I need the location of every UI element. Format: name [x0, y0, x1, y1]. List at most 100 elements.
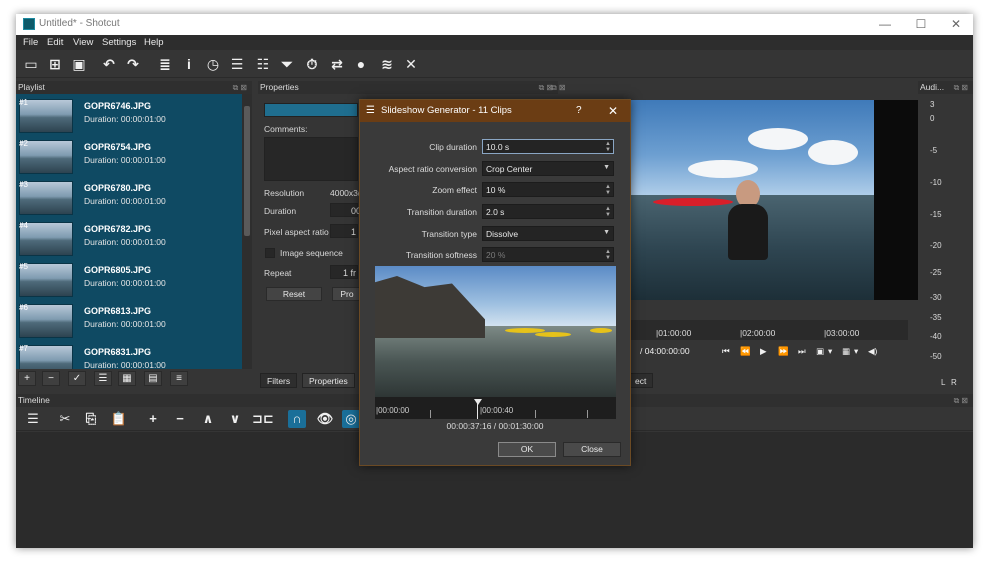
- encode-icon[interactable]: ●: [352, 55, 370, 73]
- list-item[interactable]: #5 GOPR6805.JPG Duration: 00:00:01:00: [16, 260, 242, 300]
- scrollbar-thumb[interactable]: [244, 106, 250, 236]
- list-item[interactable]: #4 GOPR6782.JPG Duration: 00:00:01:00: [16, 219, 242, 259]
- details-view-button[interactable]: ☰: [94, 371, 112, 386]
- repeat-label: Repeat: [264, 268, 292, 278]
- open-other-icon[interactable]: ⊞: [46, 55, 64, 73]
- repeat-field[interactable]: 1 fr: [330, 265, 358, 279]
- menu-edit[interactable]: Edit: [47, 37, 63, 48]
- filters-icon[interactable]: ⏷: [278, 55, 296, 73]
- ripple-icon[interactable]: ◎: [342, 410, 360, 428]
- dock-float-close-icon[interactable]: ⧉⊠: [954, 81, 970, 94]
- overwrite-icon[interactable]: ∨: [226, 410, 244, 428]
- undo-icon[interactable]: ↶: [100, 55, 118, 73]
- meter-right-label: R: [951, 378, 957, 387]
- volume-icon[interactable]: ◀): [868, 346, 877, 357]
- tiles-view-button[interactable]: ▦: [118, 371, 136, 386]
- add-clip-button[interactable]: +: [18, 371, 36, 386]
- ok-button[interactable]: OK: [498, 442, 556, 457]
- clip-name: GOPR6746.JPG: [84, 101, 152, 111]
- chevron-down-icon[interactable]: ▾: [828, 346, 832, 357]
- chevron-down-icon[interactable]: ▾: [854, 346, 858, 357]
- lift-icon[interactable]: ∧: [199, 410, 217, 428]
- minimize-button[interactable]: —: [870, 16, 900, 32]
- transition-type-select[interactable]: Dissolve ▼: [482, 226, 614, 241]
- list-item[interactable]: #3 GOPR6780.JPG Duration: 00:00:01:00: [16, 178, 242, 218]
- menu-settings[interactable]: Settings: [102, 37, 136, 48]
- scrub-icon[interactable]: 👁: [316, 410, 334, 428]
- playlist-list[interactable]: #1 GOPR6746.JPG Duration: 00:00:01:00 #2…: [16, 94, 252, 369]
- playlist-scrollbar[interactable]: [242, 94, 252, 369]
- dock-float-close-icon[interactable]: ⧉⊠: [233, 81, 249, 94]
- paste-icon[interactable]: 📋: [110, 410, 128, 428]
- list-item[interactable]: #1 GOPR6746.JPG Duration: 00:00:01:00: [16, 96, 242, 136]
- cloud-shape: [808, 140, 858, 165]
- image-sequence-checkbox[interactable]: [265, 248, 275, 258]
- clip-name-field[interactable]: [264, 103, 358, 117]
- help-button[interactable]: ?: [576, 100, 582, 122]
- zoom-icon[interactable]: ▣: [816, 346, 824, 357]
- update-clip-button[interactable]: ✓: [68, 371, 86, 386]
- open-file-icon[interactable]: ▭: [22, 55, 40, 73]
- append-icon[interactable]: +: [144, 410, 162, 428]
- fast-forward-icon[interactable]: ⏩: [778, 346, 789, 357]
- menu-help[interactable]: Help: [144, 37, 164, 48]
- comments-field[interactable]: [264, 137, 358, 181]
- remove-clip-button[interactable]: −: [42, 371, 60, 386]
- history-icon[interactable]: ⇄: [328, 55, 346, 73]
- ripple-delete-icon[interactable]: −: [171, 410, 189, 428]
- timeline-menu-icon[interactable]: ☰: [24, 410, 42, 428]
- clip-duration-spinbox[interactable]: 10.0 s ▲ ▼: [482, 139, 614, 154]
- keyframes-icon[interactable]: ⏱: [303, 55, 321, 73]
- preview-ruler[interactable]: |00:00:00 |00:00:40: [375, 397, 616, 419]
- meter-scale-label: -50: [930, 352, 942, 361]
- skip-previous-icon[interactable]: ⏮: [722, 346, 730, 357]
- copy-icon[interactable]: ⎘: [82, 410, 100, 428]
- playlist-menu-button[interactable]: ≡: [170, 371, 188, 386]
- list-item[interactable]: #2 GOPR6754.JPG Duration: 00:00:01:00: [16, 137, 242, 177]
- jobs-icon[interactable]: ≋: [378, 55, 396, 73]
- icons-view-button[interactable]: ▤: [144, 371, 162, 386]
- cut-icon[interactable]: ✂: [56, 410, 74, 428]
- tab-properties[interactable]: Properties: [302, 373, 355, 388]
- transition-duration-row: Transition duration 2.0 s ▲ ▼: [360, 204, 630, 220]
- proxy-button[interactable]: Pro: [332, 287, 362, 301]
- play-icon[interactable]: ▶: [760, 346, 767, 357]
- tab-project[interactable]: ect: [628, 373, 654, 388]
- recent-icon[interactable]: ◷: [204, 55, 222, 73]
- properties-icon[interactable]: i: [180, 55, 198, 73]
- skip-next-icon[interactable]: ⏭: [798, 346, 806, 357]
- timeline-icon[interactable]: ☷: [254, 55, 272, 73]
- list-item[interactable]: #7 GOPR6831.JPG Duration: 00:00:01:00: [16, 342, 242, 369]
- close-button[interactable]: Close: [563, 442, 621, 457]
- aspect-ratio-select[interactable]: Crop Center ▼: [482, 161, 614, 176]
- duration-field[interactable]: 00: [330, 203, 361, 217]
- tab-filters[interactable]: Filters: [260, 373, 298, 388]
- pixel-aspect-ratio-field[interactable]: 1: [330, 224, 358, 238]
- redo-icon[interactable]: ↷: [124, 55, 142, 73]
- close-window-button[interactable]: ✕: [941, 16, 971, 32]
- playlist-icon[interactable]: ☰: [228, 55, 246, 73]
- menu-view[interactable]: View: [73, 37, 93, 48]
- zoom-effect-spinbox[interactable]: 10 % ▲ ▼: [482, 182, 614, 197]
- snap-icon[interactable]: ∩: [288, 410, 306, 428]
- video-viewer[interactable]: [628, 100, 918, 300]
- transition-softness-spinbox[interactable]: 20 % ▲ ▼: [482, 247, 614, 262]
- transition-duration-spinbox[interactable]: 2.0 s ▲ ▼: [482, 204, 614, 219]
- dock-float-close-icon[interactable]: ⧉⊠: [551, 81, 567, 94]
- split-icon[interactable]: ⊐⊏: [252, 410, 274, 428]
- clip-name: GOPR6754.JPG: [84, 142, 152, 152]
- save-icon[interactable]: ▣: [70, 55, 88, 73]
- maximize-button[interactable]: ☐: [906, 16, 936, 32]
- list-item[interactable]: #6 GOPR6813.JPG Duration: 00:00:01:00: [16, 301, 242, 341]
- player-ruler[interactable]: |01:00:00 |02:00:00 |03:00:00: [628, 320, 908, 340]
- grid-icon[interactable]: ▦: [842, 346, 850, 357]
- clip-name: GOPR6782.JPG: [84, 224, 152, 234]
- reset-button[interactable]: Reset: [266, 287, 322, 301]
- dialog-close-icon[interactable]: ✕: [608, 100, 618, 122]
- playhead-icon[interactable]: [474, 399, 482, 405]
- peak-meter-icon[interactable]: ≣: [156, 55, 174, 73]
- fullscreen-icon[interactable]: ✕: [402, 55, 420, 73]
- rewind-icon[interactable]: ⏪: [740, 346, 751, 357]
- menu-file[interactable]: File: [23, 37, 38, 48]
- dock-float-close-icon[interactable]: ⧉⊠: [954, 394, 970, 407]
